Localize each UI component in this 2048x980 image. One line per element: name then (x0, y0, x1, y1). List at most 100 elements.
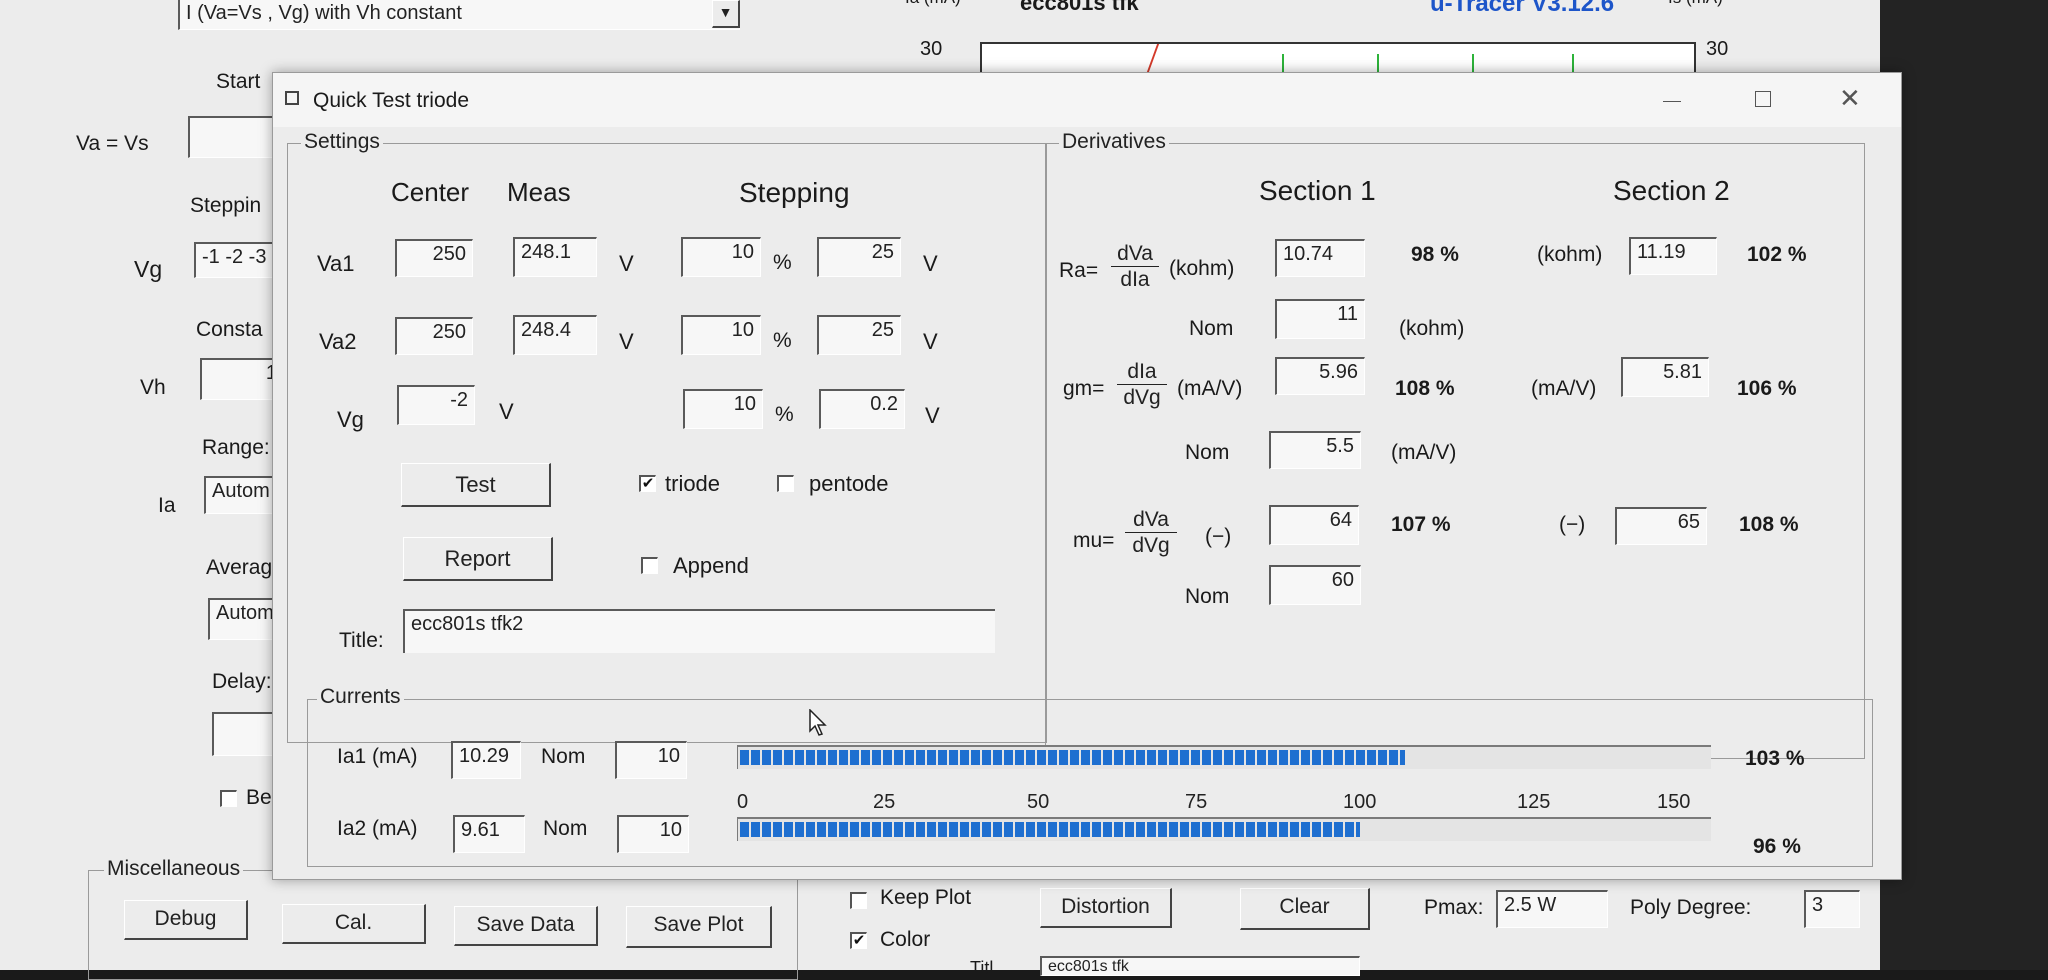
stepping-label: Steppin (190, 194, 262, 217)
debug-button[interactable]: Debug (124, 900, 248, 940)
window-icon (285, 91, 299, 105)
mu-section1-pct: 107 % (1391, 513, 1451, 536)
va1-meas-value: 248.1 (513, 237, 597, 277)
vg-center-input[interactable]: -2 (397, 385, 475, 425)
bottom-title-label: Titl (970, 958, 994, 978)
derivatives-title: Derivatives (1059, 130, 1169, 154)
stepping-header: Stepping (739, 177, 850, 208)
append-checkbox[interactable] (641, 557, 658, 574)
bottom-title-input[interactable]: ecc801s tfk (1040, 956, 1360, 976)
vg-values-input[interactable]: -1 -2 -3 (194, 242, 284, 278)
vg-label: Vg (134, 256, 163, 282)
currents-group (307, 699, 1873, 867)
mu-section2-pct: 108 % (1739, 513, 1799, 536)
gm-section2-value: 5.81 (1621, 357, 1709, 397)
va2-meas-value: 248.4 (513, 315, 597, 355)
ra-section2-pct: 102 % (1747, 243, 1807, 266)
ra-section1-value: 10.74 (1275, 239, 1365, 277)
close-icon[interactable]: ✕ (1839, 83, 1861, 114)
ia2-value: 9.61 (453, 815, 525, 853)
ra-section1-pct: 98 % (1411, 243, 1459, 266)
scale-tick: 25 (873, 791, 896, 813)
ia2-nom-input[interactable]: 10 (617, 815, 689, 853)
gm-nom-unit: (mA/V) (1391, 441, 1457, 464)
plot-curve (1377, 54, 1379, 72)
pmax-input[interactable]: 2.5 W (1496, 890, 1608, 928)
poly-degree-input[interactable]: 3 (1804, 890, 1860, 928)
va1-step-v-input[interactable]: 25 (817, 237, 901, 277)
report-button[interactable]: Report (403, 537, 553, 581)
keep-plot-checkbox[interactable] (850, 892, 867, 909)
vg-step-v-unit: V (925, 403, 940, 428)
append-label: Append (673, 553, 749, 578)
pentode-checkbox[interactable] (777, 475, 794, 492)
ia2-progress-fill (740, 822, 1360, 837)
plot-curve (1472, 54, 1474, 72)
settings-title: Settings (301, 130, 383, 154)
vh-label: Vh (140, 376, 166, 399)
ia1-progress-fill (740, 750, 1405, 765)
ra-section2-value: 11.19 (1629, 237, 1717, 275)
triode-checkbox[interactable]: ✔ (639, 475, 656, 492)
ia2-nom-label: Nom (543, 817, 588, 840)
mouse-cursor-icon (809, 709, 827, 736)
mu-fraction: dVa dVg (1125, 507, 1177, 558)
color-label: Color (880, 928, 931, 951)
distortion-button[interactable]: Distortion (1040, 888, 1172, 928)
va-vs-input[interactable] (188, 116, 278, 158)
va1-center-input[interactable]: 250 (395, 239, 473, 277)
title-input[interactable]: ecc801s tfk2 (403, 609, 995, 653)
scale-tick: 50 (1027, 791, 1050, 813)
va2-center-input[interactable]: 250 (395, 317, 473, 355)
ia2-label: Ia2 (mA) (337, 817, 418, 840)
range-label: Range: (202, 436, 270, 459)
ia2-progress-bar (737, 817, 1711, 841)
va2-step-v-input[interactable]: 25 (817, 315, 901, 355)
color-checkbox[interactable]: ✔ (850, 932, 867, 949)
center-header: Center (391, 177, 470, 207)
va2-meas-unit: V (619, 329, 634, 354)
minimize-icon[interactable] (1663, 101, 1681, 102)
mu-prefix: mu= (1073, 529, 1115, 552)
ia1-nom-input[interactable]: 10 (615, 741, 687, 779)
mode-dropdown-button[interactable]: ▼ (712, 0, 740, 28)
scale-tick: 125 (1517, 791, 1551, 813)
va-vs-label: Va = Vs (76, 132, 149, 155)
keep-plot-label: Keep Plot (880, 886, 972, 909)
dialog-titlebar[interactable]: Quick Test triode ✕ (273, 73, 1901, 127)
va2-step-v-unit: V (923, 329, 938, 354)
scale-tick: 0 (737, 791, 749, 813)
constant-label: Consta (196, 318, 263, 341)
meas-header: Meas (507, 177, 571, 207)
delay-label: Delay: (212, 670, 272, 693)
average-label: Averag (206, 556, 273, 579)
clear-button[interactable]: Clear (1240, 888, 1370, 930)
ia1-pct: 103 % (1745, 747, 1805, 770)
gm-unit: (mA/V) (1177, 377, 1243, 400)
gm-nom-input[interactable]: 5.5 (1269, 431, 1361, 469)
mu-nom-input[interactable]: 60 (1269, 565, 1361, 605)
ia1-progress-bar (737, 745, 1711, 769)
vg-step-v-input[interactable]: 0.2 (819, 389, 905, 429)
va1-step-pct-input[interactable]: 10 (681, 237, 761, 277)
scale-tick: 100 (1343, 791, 1377, 813)
vg-step-pct-input[interactable]: 10 (683, 389, 763, 429)
cal-button[interactable]: Cal. (282, 904, 426, 944)
mode-select[interactable]: I (Va=Vs , Vg) with Vh constant (178, 0, 740, 30)
start-label: Start (216, 70, 261, 93)
va1-step-pct-unit: % (773, 251, 792, 274)
va1-label: Va1 (317, 251, 355, 276)
save-plot-button[interactable]: Save Plot (626, 906, 772, 948)
currents-title: Currents (317, 685, 404, 709)
save-data-button[interactable]: Save Data (454, 906, 598, 946)
ra-nom-input[interactable]: 11 (1275, 299, 1365, 339)
top-app-title: u-Tracer V3.12.6 (1430, 0, 1615, 17)
beep-checkbox[interactable] (220, 790, 237, 807)
gm-section2-unit: (mA/V) (1531, 377, 1597, 400)
ia1-label: Ia1 (mA) (337, 745, 418, 768)
va2-step-pct-input[interactable]: 10 (681, 315, 761, 355)
test-button[interactable]: Test (401, 463, 551, 507)
va1-step-v-unit: V (923, 251, 938, 276)
maximize-icon[interactable] (1755, 91, 1771, 107)
top-ia-label: Ia (mA) (905, 0, 961, 8)
